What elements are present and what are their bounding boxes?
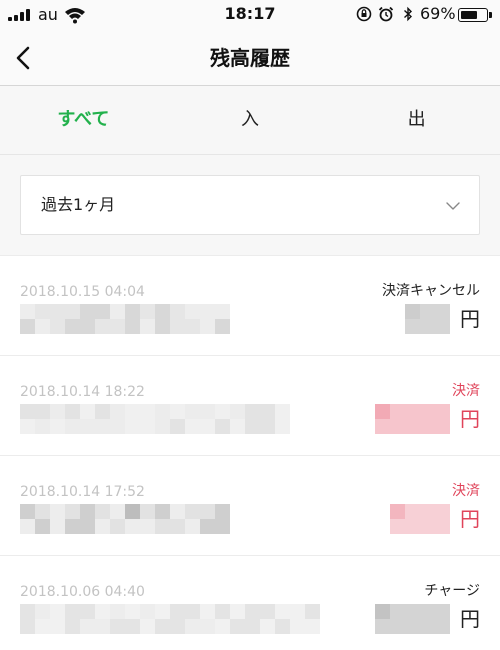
history-type: 決済	[452, 383, 480, 399]
pixelated-amount	[405, 304, 450, 334]
history-type: チャージ	[424, 583, 480, 599]
history-row[interactable]: 2018.10.15 04:04 決済キャンセル 円	[0, 256, 500, 356]
pixelated-amount	[375, 404, 450, 434]
pixelated-amount	[375, 604, 450, 634]
currency-yen: 円	[460, 607, 480, 631]
history-date: 2018.10.15 04:04	[20, 284, 145, 300]
battery-percent: 69%	[420, 4, 456, 23]
currency-yen: 円	[460, 407, 480, 431]
history-date: 2018.10.06 04:40	[20, 584, 145, 600]
tab-expense[interactable]: 出	[333, 86, 500, 154]
history-row[interactable]: 2018.10.14 18:22 決済 円	[0, 356, 500, 456]
tab-all[interactable]: すべて	[0, 86, 167, 154]
battery-icon	[458, 8, 488, 22]
battery-tip	[489, 12, 492, 18]
filter-area: 過去1ヶ月	[0, 155, 500, 255]
currency-yen: 円	[460, 307, 480, 331]
pixelated-merchant-name	[20, 404, 290, 434]
nav-bar: 残高履歴	[0, 30, 500, 86]
orientation-lock-icon	[356, 6, 372, 22]
chevron-down-icon	[446, 202, 460, 210]
history-type: 決済キャンセル	[382, 283, 480, 299]
page-title: 残高履歴	[210, 46, 290, 70]
tab-bar: すべて 入 出	[0, 86, 500, 155]
pixelated-merchant-name	[20, 504, 230, 534]
battery-level	[461, 11, 477, 19]
history-type: 決済	[452, 483, 480, 499]
pixelated-amount	[390, 504, 450, 534]
history-date: 2018.10.14 18:22	[20, 384, 145, 400]
status-bar: au 18:17 69%	[0, 0, 500, 30]
history-row[interactable]: 2018.10.06 04:40 チャージ 円	[0, 556, 500, 650]
pixelated-merchant-name	[20, 304, 230, 334]
period-selected-value: 過去1ヶ月	[41, 195, 116, 214]
tab-income[interactable]: 入	[167, 86, 334, 154]
currency-yen: 円	[460, 507, 480, 531]
alarm-icon	[378, 6, 394, 22]
period-dropdown[interactable]: 過去1ヶ月	[20, 175, 480, 235]
history-date: 2018.10.14 17:52	[20, 484, 145, 500]
history-row[interactable]: 2018.10.14 17:52 決済 円	[0, 456, 500, 556]
bluetooth-icon	[404, 6, 413, 22]
pixelated-merchant-name	[20, 604, 320, 634]
history-list: 2018.10.15 04:04 決済キャンセル 円 2018.10.14 18…	[0, 255, 500, 650]
